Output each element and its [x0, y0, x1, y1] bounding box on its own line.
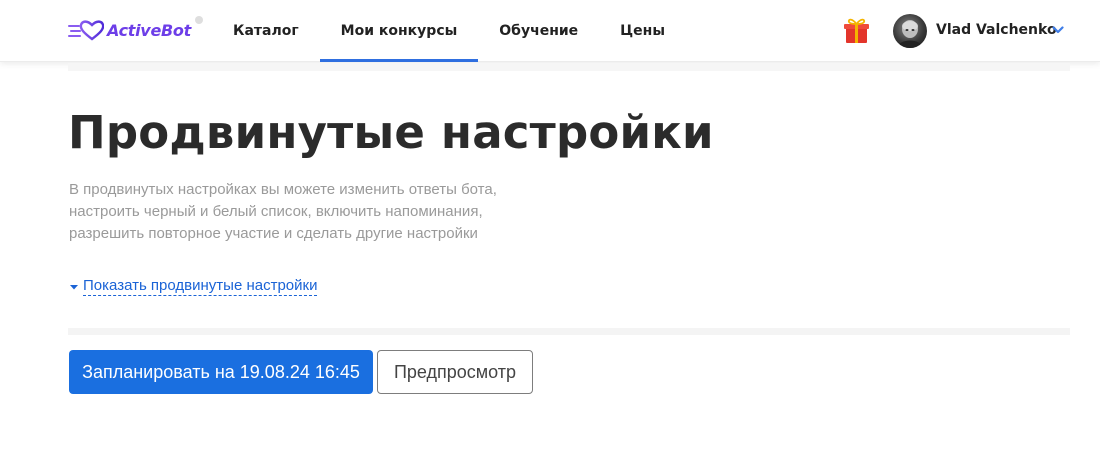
logo-icon [68, 20, 104, 41]
toggle-label: Показать продвинутые настройки [83, 277, 318, 296]
logo-text: ActiveBot [107, 20, 191, 40]
section-divider [68, 328, 1070, 335]
show-advanced-settings-toggle[interactable]: Показать продвинутые настройки [69, 277, 318, 296]
description-line: разрешить повторное участие и сделать др… [69, 225, 478, 242]
caret-down-icon [70, 284, 78, 289]
nav-item-my-contests[interactable]: Мои конкурсы [319, 0, 479, 62]
avatar-image [897, 20, 923, 48]
nav-item-learning[interactable]: Обучение [478, 0, 599, 62]
main-nav: Каталог Мои конкурсы Обучение Цены [212, 0, 686, 62]
description-line: настроить черный и белый список, включит… [69, 203, 483, 220]
top-navbar: ActiveBot Каталог Мои конкурсы Обучение … [0, 0, 1100, 62]
user-name[interactable]: Vlad Valchenko [936, 22, 1057, 38]
content-top-strip [68, 63, 1070, 71]
nav-item-prices[interactable]: Цены [599, 0, 686, 62]
nav-item-catalog[interactable]: Каталог [212, 0, 320, 62]
page-description: В продвинутых настройках вы можете измен… [69, 179, 589, 245]
gift-icon[interactable] [843, 17, 870, 44]
description-line: В продвинутых настройках вы можете измен… [69, 181, 497, 198]
logo-dot [195, 16, 203, 24]
avatar[interactable] [893, 14, 927, 48]
logo[interactable]: ActiveBot [68, 16, 203, 43]
page-title: Продвинутые настройки [68, 106, 714, 159]
chevron-down-icon[interactable] [1052, 25, 1064, 35]
preview-button[interactable]: Предпросмотр [377, 350, 533, 394]
schedule-button[interactable]: Запланировать на 19.08.24 16:45 [69, 350, 373, 394]
